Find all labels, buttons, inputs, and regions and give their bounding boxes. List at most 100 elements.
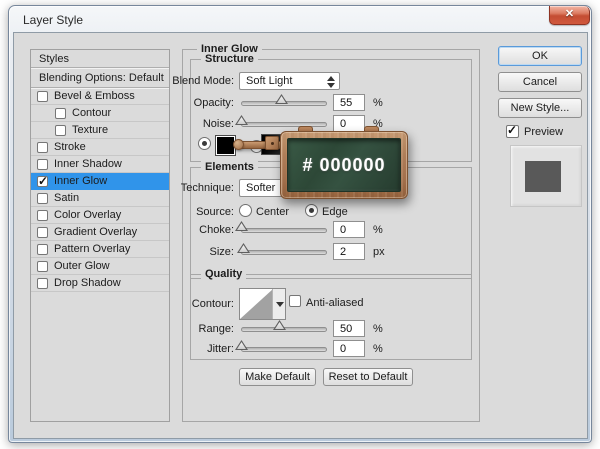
size-label: Size: xyxy=(209,246,234,258)
sidebar-item-blending-options[interactable]: Blending Options: Default xyxy=(31,68,169,88)
updown-arrows-icon xyxy=(327,75,335,88)
color-hex-value: # 000000 xyxy=(302,154,386,175)
preview-label: Preview xyxy=(524,126,564,138)
noise-label: Noise: xyxy=(202,118,234,130)
styles-list: Bevel & Emboss Contour Texture Stroke Inner … xyxy=(31,88,169,292)
contour-label: Contour: xyxy=(191,298,234,310)
source-edge-label: Edge xyxy=(322,206,348,218)
sidebar-item-label: Pattern Overlay xyxy=(54,243,131,255)
dialog-title: Layer Style xyxy=(23,13,84,27)
style-checkbox[interactable] xyxy=(37,260,48,272)
blend-mode-label: Blend Mode: xyxy=(172,75,234,87)
layer-style-dialog: Layer Style ✕ Styles Blending Options: D… xyxy=(8,5,592,443)
choke-input[interactable] xyxy=(333,221,365,238)
sidebar-item-pattern-overlay[interactable]: Pattern Overlay xyxy=(31,241,169,258)
noise-input[interactable] xyxy=(333,115,365,132)
contour-picker[interactable] xyxy=(239,288,286,320)
style-checkbox[interactable] xyxy=(55,107,66,119)
sidebar-item-styles[interactable]: Styles xyxy=(31,50,169,68)
sidebar-item-label: Contour xyxy=(72,107,112,119)
sidebar-item-bevel-emboss[interactable]: Bevel & Emboss xyxy=(31,88,169,105)
style-checkbox[interactable] xyxy=(37,226,48,238)
sidebar-item-stroke[interactable]: Stroke xyxy=(31,139,169,156)
sidebar-item-inner-glow[interactable]: Inner Glow xyxy=(31,173,169,190)
sidebar-item-label: Outer Glow xyxy=(54,260,110,272)
style-checkbox[interactable] xyxy=(55,124,66,136)
sidebar-item-color-overlay[interactable]: Color Overlay xyxy=(31,207,169,224)
choke-unit: % xyxy=(373,224,383,236)
sidebar-item-outer-glow[interactable]: Outer Glow xyxy=(31,258,169,275)
source-label: Source: xyxy=(196,206,234,218)
styles-sidebar: Styles Blending Options: Default Bevel &… xyxy=(30,49,170,422)
style-checkbox[interactable] xyxy=(37,158,48,170)
source-edge-radio[interactable] xyxy=(305,204,318,217)
size-slider-track[interactable] xyxy=(241,250,327,255)
opacity-input[interactable] xyxy=(333,94,365,111)
elements-legend: Elements xyxy=(201,161,258,173)
structure-legend: Structure xyxy=(201,53,258,65)
dialog-body: Styles Blending Options: Default Bevel &… xyxy=(13,32,588,439)
size-unit: px xyxy=(373,246,385,258)
jitter-slider-track[interactable] xyxy=(241,347,327,352)
source-center-radio[interactable] xyxy=(239,204,252,217)
sidebar-item-label: Stroke xyxy=(54,141,86,153)
blend-mode-value: Soft Light xyxy=(246,75,293,87)
jitter-label: Jitter: xyxy=(207,343,234,355)
reset-to-default-button[interactable]: Reset to Default xyxy=(323,368,413,386)
wooden-pin-circle xyxy=(233,139,244,150)
style-checkbox[interactable] xyxy=(37,90,48,102)
choke-slider-track[interactable] xyxy=(241,228,327,233)
sidebar-item-label: Satin xyxy=(54,192,80,204)
new-style-button[interactable]: New Style... xyxy=(498,98,582,118)
sidebar-item-satin[interactable]: Satin xyxy=(31,190,169,207)
chalkboard: # 000000 xyxy=(287,138,401,192)
sidebar-item-label: Color Overlay xyxy=(54,209,122,221)
style-checkbox[interactable] xyxy=(37,243,48,255)
preview-swatch xyxy=(525,161,561,192)
sidebar-item-contour[interactable]: Contour xyxy=(31,105,169,122)
anti-aliased-label: Anti-aliased xyxy=(306,297,364,309)
technique-value: Softer xyxy=(246,182,276,194)
make-default-button[interactable]: Make Default xyxy=(239,368,316,386)
color-radio[interactable] xyxy=(198,137,211,150)
cancel-button[interactable]: Cancel xyxy=(498,72,582,92)
wooden-frame: # 000000 xyxy=(280,131,408,199)
noise-slider-track[interactable] xyxy=(241,122,327,127)
blend-mode-dropdown[interactable]: Soft Light xyxy=(239,72,340,90)
style-checkbox[interactable] xyxy=(37,277,48,289)
sidebar-item-label: Inner Glow xyxy=(54,175,108,187)
style-checkbox[interactable] xyxy=(37,209,48,221)
sidebar-item-label: Drop Shadow xyxy=(54,277,121,289)
preview-checkbox[interactable] xyxy=(506,123,519,138)
sidebar-item-label: Inner Shadow xyxy=(54,158,122,170)
sidebar-item-texture[interactable]: Texture xyxy=(31,122,169,139)
wooden-pin-square xyxy=(265,136,279,150)
jitter-input[interactable] xyxy=(333,340,365,357)
source-center-label: Center xyxy=(256,206,290,218)
sidebar-item-label: Bevel & Emboss xyxy=(54,90,135,102)
sidebar-item-label: Texture xyxy=(72,124,109,136)
range-label: Range: xyxy=(198,323,234,335)
jitter-unit: % xyxy=(373,343,383,355)
sidebar-item-drop-shadow[interactable]: Drop Shadow xyxy=(31,275,169,292)
sidebar-item-label: Gradient Overlay xyxy=(54,226,138,238)
close-button[interactable]: ✕ xyxy=(549,6,590,25)
sidebar-item-inner-shadow[interactable]: Inner Shadow xyxy=(31,156,169,173)
contour-dropdown-arrow-icon[interactable] xyxy=(272,289,285,319)
range-input[interactable] xyxy=(333,320,365,337)
range-unit: % xyxy=(373,323,383,335)
choke-label: Choke: xyxy=(199,224,234,236)
style-checkbox[interactable] xyxy=(37,141,48,153)
close-icon: ✕ xyxy=(564,8,575,20)
opacity-unit: % xyxy=(373,97,383,109)
opacity-label: Opacity: xyxy=(193,97,234,109)
size-input[interactable] xyxy=(333,243,365,260)
sidebar-item-gradient-overlay[interactable]: Gradient Overlay xyxy=(31,224,169,241)
contour-linear-icon xyxy=(240,289,273,319)
anti-aliased-checkbox[interactable] xyxy=(289,295,301,307)
preview-panel xyxy=(510,145,582,207)
quality-legend: Quality xyxy=(201,268,247,280)
style-checkbox[interactable] xyxy=(37,174,48,188)
ok-button[interactable]: OK xyxy=(498,46,582,66)
style-checkbox[interactable] xyxy=(37,192,48,204)
